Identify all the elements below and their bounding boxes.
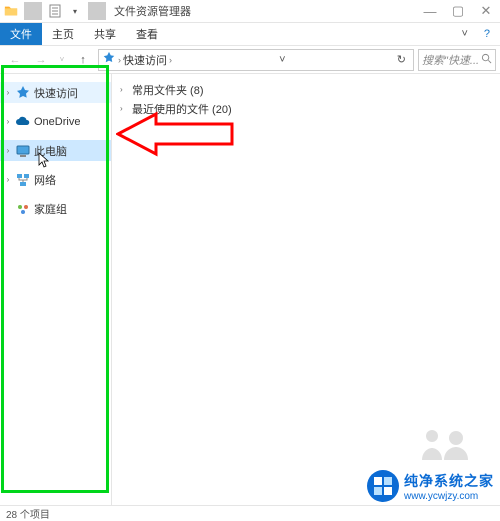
window-title: 文件资源管理器	[114, 3, 191, 19]
breadcrumb-chevron-icon[interactable]: ›	[169, 55, 172, 65]
group-row-recent-files[interactable]: › 最近使用的文件 (20)	[120, 99, 492, 118]
nav-item-label: 快速访问	[34, 85, 78, 101]
nav-item-label: OneDrive	[34, 116, 80, 128]
nav-back-button[interactable]: ←	[4, 49, 26, 71]
quick-access-star-icon	[102, 51, 116, 68]
watermark: 纯净系统之家 www.ycwjzy.com	[366, 469, 494, 503]
nav-item-homegroup[interactable]: 家庭组	[0, 198, 111, 219]
tab-view[interactable]: 查看	[126, 23, 168, 45]
search-icon	[481, 53, 492, 67]
nav-item-network[interactable]: › 网络	[0, 169, 111, 190]
group-expand-icon[interactable]: ›	[120, 85, 128, 94]
title-bar: ▾ 文件资源管理器 — ▢ ✕	[0, 0, 500, 23]
group-row-label: 最近使用的文件 (20)	[132, 101, 232, 117]
nav-item-label: 网络	[34, 172, 56, 188]
group-expand-icon[interactable]: ›	[120, 104, 128, 113]
ribbon-tabs: 文件 主页 共享 查看 ˅ ?	[0, 23, 500, 46]
ribbon-help-icon[interactable]: ?	[474, 23, 500, 45]
maximize-button[interactable]: ▢	[444, 0, 472, 23]
tree-expand-icon[interactable]: ›	[4, 146, 12, 155]
nav-up-button[interactable]: ↑	[72, 49, 94, 71]
nav-item-quick-access[interactable]: › 快速访问	[0, 82, 111, 103]
window-controls: — ▢ ✕	[416, 0, 500, 23]
minimize-button[interactable]: —	[416, 0, 444, 23]
empty-state-people-icon	[418, 426, 474, 467]
tree-expand-icon[interactable]: ›	[4, 88, 12, 97]
refresh-icon[interactable]: ↻	[393, 53, 410, 66]
status-bar: 28 个项目	[0, 505, 500, 521]
qat-separator-2	[88, 2, 106, 20]
tab-file[interactable]: 文件	[0, 23, 42, 45]
network-icon	[15, 172, 31, 188]
tab-share[interactable]: 共享	[84, 23, 126, 45]
tab-home[interactable]: 主页	[42, 23, 84, 45]
address-go-dropdown-icon[interactable]: ˅	[275, 54, 289, 66]
search-placeholder: 搜索"快速...	[422, 52, 479, 68]
qat-dropdown-icon[interactable]: ▾	[66, 2, 84, 20]
search-input[interactable]: 搜索"快速...	[418, 49, 496, 71]
star-icon	[15, 85, 31, 101]
ribbon-expand-icon[interactable]: ˅	[455, 23, 473, 45]
group-row-label: 常用文件夹 (8)	[132, 82, 204, 98]
watermark-url: www.ycwjzy.com	[404, 491, 494, 502]
group-row-frequent-folders[interactable]: › 常用文件夹 (8)	[120, 80, 492, 99]
properties-icon[interactable]	[46, 2, 64, 20]
homegroup-icon	[15, 201, 31, 217]
quick-access-toolbar: ▾	[0, 2, 108, 20]
breadcrumb-chevron-icon[interactable]: ›	[118, 55, 121, 65]
watermark-title: 纯净系统之家	[404, 471, 494, 491]
nav-item-onedrive[interactable]: › OneDrive	[0, 111, 111, 132]
qat-separator	[24, 2, 42, 20]
tree-expand-icon[interactable]: ›	[4, 175, 12, 184]
nav-recent-dropdown-icon[interactable]: ˅	[56, 49, 68, 71]
pc-icon	[15, 143, 31, 159]
status-item-count: 28 个项目	[6, 506, 50, 521]
cloud-icon	[15, 114, 31, 130]
app-folder-icon	[2, 2, 20, 20]
close-button[interactable]: ✕	[472, 0, 500, 23]
nav-item-this-pc[interactable]: › 此电脑	[0, 140, 111, 161]
tree-expand-icon[interactable]: ›	[4, 117, 12, 126]
nav-forward-button[interactable]: →	[30, 49, 52, 71]
navigation-pane[interactable]: › 快速访问 › OneDrive › 此电脑 › 网络	[0, 74, 112, 505]
address-bar: ← → ˅ ↑ › 快速访问 › ˅ ↻ 搜索"快速...	[0, 46, 500, 74]
breadcrumb[interactable]: › 快速访问 › ˅ ↻	[98, 49, 414, 71]
nav-item-label: 家庭组	[34, 201, 67, 217]
breadcrumb-location[interactable]: 快速访问	[123, 52, 167, 68]
watermark-logo-icon	[366, 469, 400, 503]
